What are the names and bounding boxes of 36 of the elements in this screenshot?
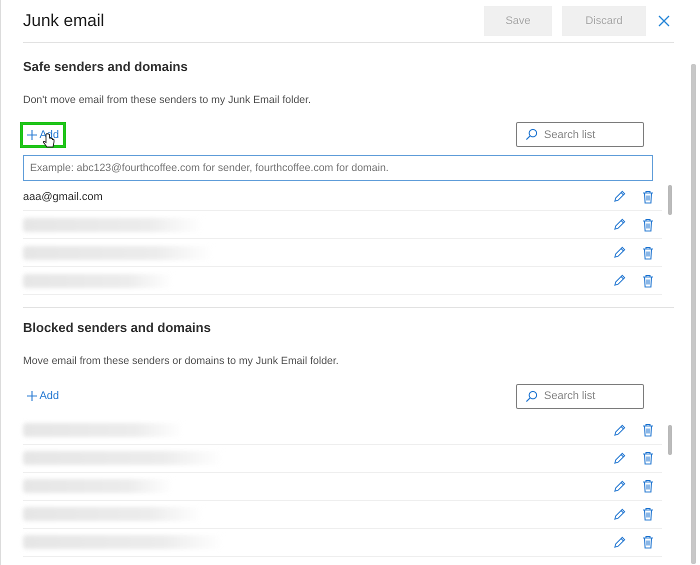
delete-button[interactable]	[642, 274, 654, 288]
edit-button[interactable]	[613, 424, 626, 436]
delete-button[interactable]	[642, 246, 654, 260]
delete-button[interactable]	[642, 479, 654, 493]
delete-button[interactable]	[642, 218, 654, 232]
section-description: Don't move email from these senders to my Junk Email folder.	[23, 92, 312, 108]
section-description: Move email from these senders or domains to my Junk Email folder.	[23, 354, 340, 369]
section-heading: Blocked senders and domains	[23, 319, 212, 338]
plus-icon	[27, 130, 37, 140]
scrollbar-thumb[interactable]	[668, 185, 672, 216]
search-field[interactable]: Search list	[516, 122, 644, 148]
delete-button[interactable]	[642, 535, 654, 549]
edit-button[interactable]	[613, 274, 626, 288]
delete-button[interactable]	[642, 507, 654, 521]
scrollbar-thumb[interactable]	[690, 64, 696, 564]
edit-button[interactable]	[613, 452, 626, 464]
entry-input[interactable]: Example: abc123@fourthcoffee.com for sender, fourthcoffee.com for domain.	[23, 155, 653, 182]
close-icon	[658, 14, 670, 27]
plus-icon	[27, 390, 37, 401]
delete-button[interactable]	[642, 423, 654, 437]
window-title: Junk email	[23, 10, 106, 32]
scrollbar-thumb[interactable]	[668, 424, 672, 454]
edit-button[interactable]	[613, 480, 626, 492]
delete-button[interactable]	[642, 451, 654, 465]
edit-button[interactable]	[613, 190, 626, 204]
search-icon	[525, 390, 538, 402]
delete-button[interactable]	[642, 190, 654, 204]
edit-button[interactable]	[613, 508, 626, 520]
edit-button[interactable]	[613, 536, 626, 548]
section-heading: Safe senders and domains	[23, 58, 189, 76]
search-icon	[525, 128, 538, 142]
edit-button[interactable]	[613, 246, 626, 260]
edit-button[interactable]	[613, 218, 626, 232]
add-button[interactable]: Add	[23, 386, 64, 406]
email-entry: aaa@gmail.com	[23, 190, 103, 202]
search-field[interactable]: Search list	[516, 384, 644, 408]
